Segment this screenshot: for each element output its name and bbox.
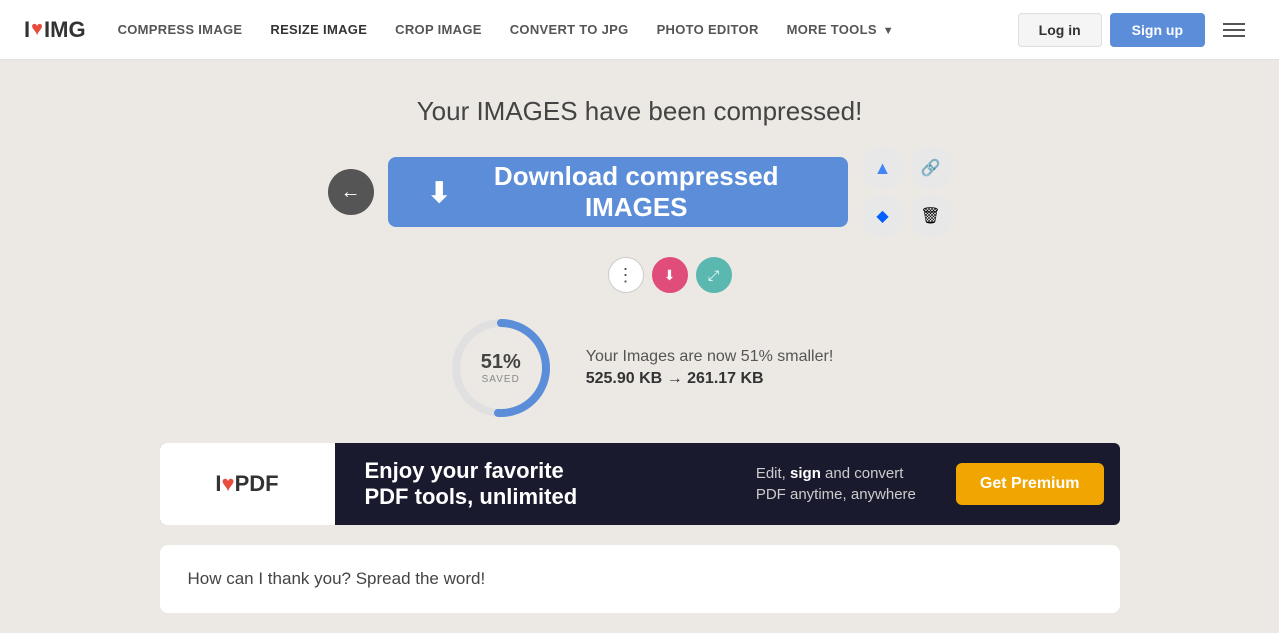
expand-button[interactable]: ⤢: [696, 257, 732, 293]
dots-icon: ⋮: [617, 266, 635, 284]
ad-logo-section: I♥PDF: [160, 443, 335, 525]
ad-logo: I♥PDF: [215, 471, 278, 497]
back-arrow-icon: ←: [341, 181, 361, 204]
google-drive-icon: ▲: [874, 158, 892, 179]
stats-description: Your Images are now 51% smaller!: [586, 348, 834, 366]
ad-right: Edit, sign and convert PDF anytime, anyw…: [736, 463, 936, 505]
stats-section: 51% SAVED Your Images are now 51% smalle…: [446, 313, 834, 423]
ad-subtitle: Edit, sign and convert PDF anytime, anyw…: [756, 463, 916, 505]
logo-heart: ♥: [31, 18, 43, 41]
download-button[interactable]: ⬇ Download compressed IMAGES: [388, 157, 848, 227]
menu-line-3: [1223, 35, 1245, 37]
options-button[interactable]: ⋮: [608, 257, 644, 293]
logo-suffix: IMG: [44, 17, 86, 43]
dropbox-button[interactable]: ◆: [862, 195, 904, 237]
nav-link-more[interactable]: MORE TOOLS ▼: [787, 22, 894, 37]
logo[interactable]: I ♥ IMG: [24, 17, 86, 43]
ad-content: Enjoy your favorite PDF tools, unlimited: [335, 458, 736, 511]
ad-banner: I♥PDF Enjoy your favorite PDF tools, unl…: [160, 443, 1120, 525]
ad-title: Enjoy your favorite PDF tools, unlimited: [365, 458, 706, 511]
expand-icon: ⤢: [708, 267, 719, 284]
navbar: I ♥ IMG COMPRESS IMAGE RESIZE IMAGE CROP…: [0, 0, 1279, 60]
download-row: ← ⬇ Download compressed IMAGES ▲ 🔗 ◆ 🗑: [328, 147, 952, 237]
menu-line-2: [1223, 29, 1245, 31]
menu-line-1: [1223, 23, 1245, 25]
signup-button[interactable]: Sign up: [1110, 13, 1205, 47]
trash-icon: 🗑: [920, 206, 940, 226]
nav-links: COMPRESS IMAGE RESIZE IMAGE CROP IMAGE C…: [118, 22, 1018, 37]
link-icon: 🔗: [921, 158, 941, 178]
nav-link-compress[interactable]: COMPRESS IMAGE: [118, 22, 243, 37]
nav-link-editor[interactable]: PHOTO EDITOR: [657, 22, 759, 37]
mini-download-icon: ⬇: [664, 267, 676, 284]
action-row-top: ▲ 🔗: [862, 147, 952, 189]
main-content: Your IMAGES have been compressed! ← ⬇ Do…: [0, 60, 1279, 633]
dropdown-arrow-icon: ▼: [883, 25, 894, 37]
menu-button[interactable]: [1213, 17, 1255, 43]
nav-link-resize[interactable]: RESIZE IMAGE: [270, 22, 367, 37]
circle-label: SAVED: [481, 374, 521, 385]
download-icon: ⬇: [428, 176, 451, 209]
back-button[interactable]: ←: [328, 169, 374, 215]
mini-download-button[interactable]: ⬇: [652, 257, 688, 293]
download-button-label: Download compressed IMAGES: [465, 161, 808, 223]
dropbox-icon: ◆: [876, 206, 888, 226]
action-row-bottom: ◆ 🗑: [862, 195, 952, 237]
stats-size: 525.90 KB → 261.17 KB: [586, 370, 834, 388]
mini-actions: ⋮ ⬇ ⤢: [608, 257, 732, 293]
ad-logo-pdf: PDF: [235, 471, 279, 496]
action-icons: ▲ 🔗 ◆ 🗑: [862, 147, 952, 237]
login-button[interactable]: Log in: [1018, 13, 1102, 47]
circle-text: 51% SAVED: [481, 351, 521, 385]
nav-right: Log in Sign up: [1018, 13, 1255, 47]
page-title: Your IMAGES have been compressed!: [417, 96, 863, 127]
nav-link-convert[interactable]: CONVERT TO JPG: [510, 22, 629, 37]
nav-link-crop[interactable]: CROP IMAGE: [395, 22, 482, 37]
logo-prefix: I: [24, 17, 30, 43]
ad-logo-heart: ♥: [222, 471, 235, 496]
delete-button[interactable]: 🗑: [910, 195, 952, 237]
progress-circle: 51% SAVED: [446, 313, 556, 423]
spread-title: How can I thank you? Spread the word!: [188, 569, 1092, 589]
get-premium-button[interactable]: Get Premium: [956, 463, 1104, 505]
circle-percent: 51%: [481, 351, 521, 374]
copy-link-button[interactable]: 🔗: [910, 147, 952, 189]
stats-text: Your Images are now 51% smaller! 525.90 …: [586, 348, 834, 388]
google-drive-button[interactable]: ▲: [862, 147, 904, 189]
spread-section: How can I thank you? Spread the word!: [160, 545, 1120, 613]
